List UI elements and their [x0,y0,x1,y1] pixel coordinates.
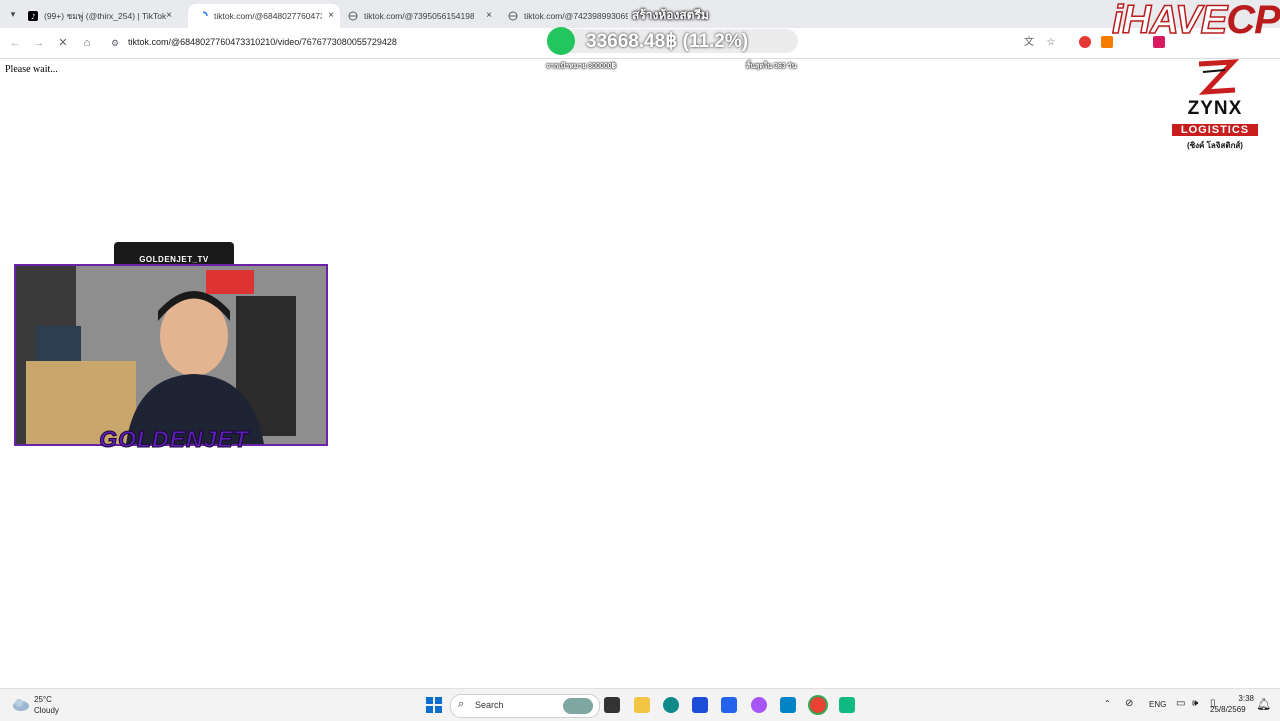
streamer-video-frame [16,266,326,444]
clock-time[interactable]: 3:38 [1214,694,1254,703]
donation-goal-label: จากเป้าหมาย 300000฿ [546,63,616,70]
copilot-icon[interactable] [751,697,767,713]
donation-amount: 33668.48฿ (11.2%) [586,31,749,52]
taskbar: 25°C Cloudy ⌕ Search ⌃ ⊘ ENG ▭ 🕪 ▯ 3:38 … [0,688,1280,721]
webcam-brand-text: GOLDENJET [99,426,249,453]
tab-title: tiktok.com/@6848027760473310 [214,11,322,21]
outlook-icon[interactable] [780,697,796,713]
zynx-name: ZYNX [1187,98,1243,119]
notepad-icon[interactable] [839,697,855,713]
logo-part-ihave: iHAVE [1111,0,1228,43]
tab-search-icon[interactable]: ▾ [6,7,20,21]
close-tab-icon[interactable]: × [328,10,334,21]
edge-icon[interactable] [663,697,679,713]
weather-temp[interactable]: 25°C [34,695,52,704]
tab-title: (99+) ชมพู่ (@thirx_254) | TikTok [44,11,167,21]
app-icon[interactable] [692,697,708,713]
close-tab-icon[interactable]: × [486,10,492,21]
back-icon[interactable]: ← [6,34,24,52]
tab-tiktok-3[interactable]: tiktok.com/@7395056154198 × [348,4,498,28]
notification-bell-icon[interactable]: 🔔︎ [1256,697,1271,711]
search-label: Search [475,700,504,710]
create-room-overlay: สร้างห้องสตรีม [632,8,709,22]
loading-icon [198,11,208,21]
start-windows-icon[interactable] [426,697,442,718]
clock-date[interactable]: 25/8/2569 [1210,705,1246,714]
zynx-logo: ZYNX LOGISTICS (ซิงค์ โลจิสติกส์) [1170,58,1260,153]
svg-text:♪: ♪ [31,13,35,21]
tab-title: tiktok.com/@7395056154198 [364,11,474,21]
volume-icon[interactable]: 🕪 [1192,698,1198,709]
translate-icon[interactable]: 文 [1022,36,1036,50]
bookmark-star-icon[interactable]: ☆ [1044,36,1058,50]
webcam-video [14,264,328,446]
task-view-icon[interactable] [604,697,620,713]
zynx-subtitle: LOGISTICS [1172,124,1258,136]
globe-icon [508,11,518,21]
network-off-icon[interactable]: ⊘ [1125,698,1133,709]
close-tab-icon[interactable]: × [166,10,172,21]
language-indicator[interactable]: ENG [1149,700,1166,709]
forward-icon[interactable]: → [30,34,48,52]
stop-loading-icon[interactable]: ✕ [54,34,72,52]
display-icon[interactable]: ▭ [1176,698,1185,709]
cloud-icon [12,697,30,716]
tab-tiktok-profile[interactable]: ♪ (99+) ชมพู่ (@thirx_254) | TikTok × [28,4,178,28]
address-bar[interactable]: tiktok.com/@6848027760473310210/video/76… [128,37,397,47]
globe-icon [348,11,358,21]
tab-tiktok-video[interactable]: tiktok.com/@6848027760473310 × [188,4,340,28]
site-info-icon[interactable]: ⚙ [106,34,124,52]
home-icon[interactable]: ⌂ [78,34,96,52]
tab-title: tiktok.com/@74239899306927 [524,11,628,21]
file-explorer-icon[interactable] [634,697,650,713]
tiktok-icon: ♪ [28,11,38,21]
show-hidden-icons[interactable]: ⌃ [1104,699,1111,708]
donation-status-dot [547,27,575,55]
tab-tiktok-4[interactable]: tiktok.com/@74239899306927 [508,4,628,28]
logo-part-cpu: CPU [1226,0,1280,42]
donation-remaining-label: สิ้นสุดใน 363 วัน [746,63,797,70]
taskbar-search-box[interactable]: ⌕ Search [450,694,600,718]
loading-message: Please wait... [5,64,58,75]
search-icon: ⌕ [458,698,465,710]
weather-desc[interactable]: Cloudy [34,706,59,715]
ihavecpu-logo: iHAVECPU [1111,0,1280,43]
search-highlight-icon [563,698,593,714]
chrome-icon[interactable] [810,697,826,713]
zynx-emblem-icon [1198,59,1239,95]
zynx-thai-name: (ซิงค์ โลจิสติกส์) [1187,141,1243,150]
webcam-overlay: GOLDENJET_TV GOLDENJET [14,238,330,468]
store-icon[interactable] [721,697,737,713]
adblock-icon[interactable] [1078,36,1092,50]
webcam-channel-name: GOLDENJET_TV [139,255,209,264]
